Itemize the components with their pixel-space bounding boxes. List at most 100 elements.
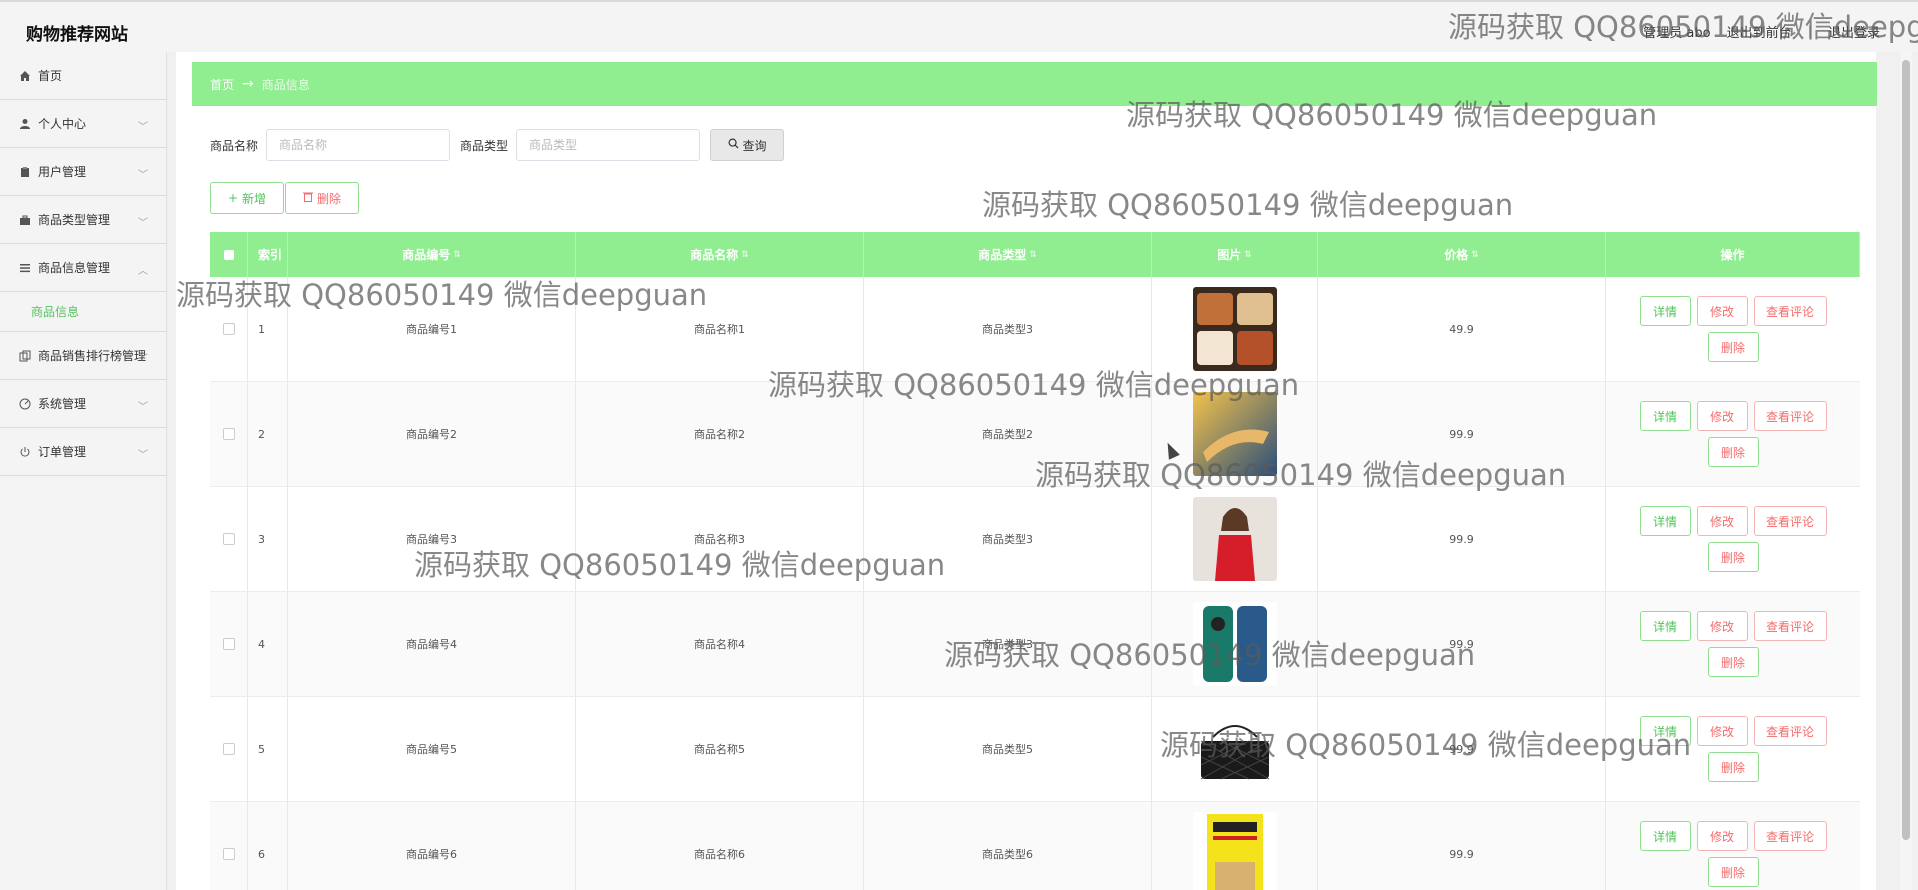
product-thumbnail[interactable]	[1192, 497, 1277, 581]
product-thumbnail[interactable]	[1192, 707, 1277, 791]
detail-button[interactable]: 详情	[1639, 716, 1691, 746]
trash-icon	[302, 191, 313, 205]
product-thumbnail[interactable]	[1192, 602, 1277, 686]
sidebar-subitem-product-info[interactable]: 商品信息	[0, 292, 166, 332]
sidebar-item-users[interactable]: 用户管理 ﹀	[0, 148, 166, 196]
row-name: 商品名称4	[576, 592, 864, 696]
row-checkbox[interactable]	[222, 533, 235, 545]
briefcase-icon	[18, 213, 32, 227]
detail-button[interactable]: 详情	[1639, 401, 1691, 431]
delete-button[interactable]: 删除	[1707, 332, 1759, 362]
edit-button[interactable]: 修改	[1696, 296, 1748, 326]
row-price: 49.9	[1318, 277, 1606, 381]
view-reviews-button[interactable]: 查看评论	[1753, 296, 1827, 326]
product-thumbnail[interactable]	[1192, 392, 1277, 476]
row-checkbox[interactable]	[222, 638, 235, 650]
delete-button[interactable]: 删除	[1707, 647, 1759, 677]
chevron-down-icon: ﹀	[138, 170, 148, 181]
table-row: 4 商品编号4 商品名称4 商品类型3 99.9 详情 修改 查看评论 删除	[210, 592, 1860, 697]
edit-button[interactable]: 修改	[1696, 611, 1748, 641]
add-button[interactable]: + 新增	[210, 182, 284, 214]
col-name[interactable]: 商品名称 ⇅	[576, 232, 864, 277]
delete-button[interactable]: 删除	[1707, 542, 1759, 572]
col-number[interactable]: 商品编号 ⇅	[288, 232, 576, 277]
row-price: 99.9	[1318, 592, 1606, 696]
sidebar-item-personal[interactable]: 个人中心 ﹀	[0, 100, 166, 148]
edit-button[interactable]: 修改	[1696, 401, 1748, 431]
sidebar-item-product-info[interactable]: 商品信息管理 ︿	[0, 244, 166, 292]
sidebar-item-system[interactable]: 系统管理 ﹀	[0, 380, 166, 428]
edit-button[interactable]: 修改	[1696, 506, 1748, 536]
delete-button[interactable]: 删除	[1707, 437, 1759, 467]
main-content: 首页 → 商品信息 商品名称 商品类型 查询 + 新增 删除 索引	[176, 52, 1877, 890]
col-image[interactable]: 图片 ⇅	[1152, 232, 1318, 277]
query-button[interactable]: 查询	[710, 129, 785, 161]
product-thumbnail[interactable]	[1192, 812, 1277, 890]
search-icon	[728, 138, 739, 152]
row-checkbox[interactable]	[222, 428, 235, 440]
row-price: 99.9	[1318, 382, 1606, 486]
view-reviews-button[interactable]: 查看评论	[1753, 821, 1827, 851]
row-checkbox[interactable]	[222, 743, 235, 755]
name-search-input[interactable]	[266, 129, 451, 161]
row-image-cell	[1152, 697, 1318, 801]
view-reviews-button[interactable]: 查看评论	[1753, 716, 1827, 746]
action-bar: + 新增 删除	[210, 182, 359, 214]
row-check-cell	[210, 382, 248, 486]
table-body: 1 商品编号1 商品名称1 商品类型3 49.9 详情 修改 查看评论 删除 2…	[210, 277, 1860, 890]
select-all-checkbox[interactable]	[223, 249, 234, 260]
breadcrumb: 首页 → 商品信息	[192, 62, 1877, 106]
detail-button[interactable]: 详情	[1639, 821, 1691, 851]
chevron-down-icon: ﹀	[138, 354, 148, 365]
batch-delete-button[interactable]: 删除	[285, 182, 359, 214]
operation-buttons: 详情 修改 查看评论 删除	[1628, 296, 1838, 362]
edit-button[interactable]: 修改	[1696, 716, 1748, 746]
sidebar-item-label: 商品销售排行榜管理	[38, 349, 147, 363]
type-label: 商品类型	[460, 138, 509, 153]
view-reviews-button[interactable]: 查看评论	[1753, 506, 1827, 536]
sidebar-item-sales-ranking[interactable]: 商品销售排行榜管理 ﹀	[0, 332, 166, 380]
row-checkbox[interactable]	[222, 323, 235, 335]
delete-button-label: 删除	[316, 191, 341, 206]
row-index: 6	[248, 802, 288, 890]
breadcrumb-home[interactable]: 首页	[210, 76, 234, 93]
row-check-cell	[210, 802, 248, 890]
delete-button[interactable]: 删除	[1707, 857, 1759, 887]
sort-icon: ⇅	[453, 249, 461, 260]
power-icon	[18, 445, 32, 459]
user-icon	[18, 117, 32, 131]
back-to-front-link[interactable]: 退出到前台	[1727, 22, 1792, 41]
view-reviews-button[interactable]: 查看评论	[1753, 611, 1827, 641]
chevron-down-icon: ﹀	[138, 402, 148, 413]
header-user-area: 管理员 abo 退出到前台 | 退出登录	[1643, 22, 1880, 41]
sidebar-item-product-types[interactable]: 商品类型管理 ﹀	[0, 196, 166, 244]
sidebar-item-orders[interactable]: 订单管理 ﹀	[0, 428, 166, 476]
row-operations: 详情 修改 查看评论 删除	[1606, 697, 1860, 801]
sidebar-item-label: 个人中心	[38, 117, 87, 131]
row-type: 商品类型2	[864, 382, 1152, 486]
delete-button[interactable]: 删除	[1707, 752, 1759, 782]
detail-button[interactable]: 详情	[1639, 296, 1691, 326]
scrollbar-thumb[interactable]	[1902, 60, 1910, 840]
col-price[interactable]: 价格 ⇅	[1318, 232, 1606, 277]
row-number: 商品编号4	[288, 592, 576, 696]
edit-button[interactable]: 修改	[1696, 821, 1748, 851]
view-reviews-button[interactable]: 查看评论	[1753, 401, 1827, 431]
logout-link[interactable]: 退出登录	[1828, 22, 1880, 41]
product-thumbnail[interactable]	[1192, 287, 1277, 371]
sort-icon: ⇅	[1244, 249, 1252, 260]
table-row: 1 商品编号1 商品名称1 商品类型3 49.9 详情 修改 查看评论 删除	[210, 277, 1860, 382]
row-image-cell	[1152, 277, 1318, 381]
type-search-input[interactable]	[516, 129, 701, 161]
home-icon	[18, 69, 32, 83]
detail-button[interactable]: 详情	[1639, 611, 1691, 641]
row-number: 商品编号5	[288, 697, 576, 801]
sidebar-item-label: 商品类型管理	[38, 213, 111, 227]
dashboard-icon	[18, 397, 32, 411]
table-row: 5 商品编号5 商品名称5 商品类型5 99.9 详情 修改 查看评论 删除	[210, 697, 1860, 802]
operation-buttons: 详情 修改 查看评论 删除	[1628, 611, 1838, 677]
detail-button[interactable]: 详情	[1639, 506, 1691, 536]
col-type[interactable]: 商品类型 ⇅	[864, 232, 1152, 277]
sidebar-item-home[interactable]: 首页	[0, 52, 166, 100]
row-checkbox[interactable]	[222, 848, 235, 860]
